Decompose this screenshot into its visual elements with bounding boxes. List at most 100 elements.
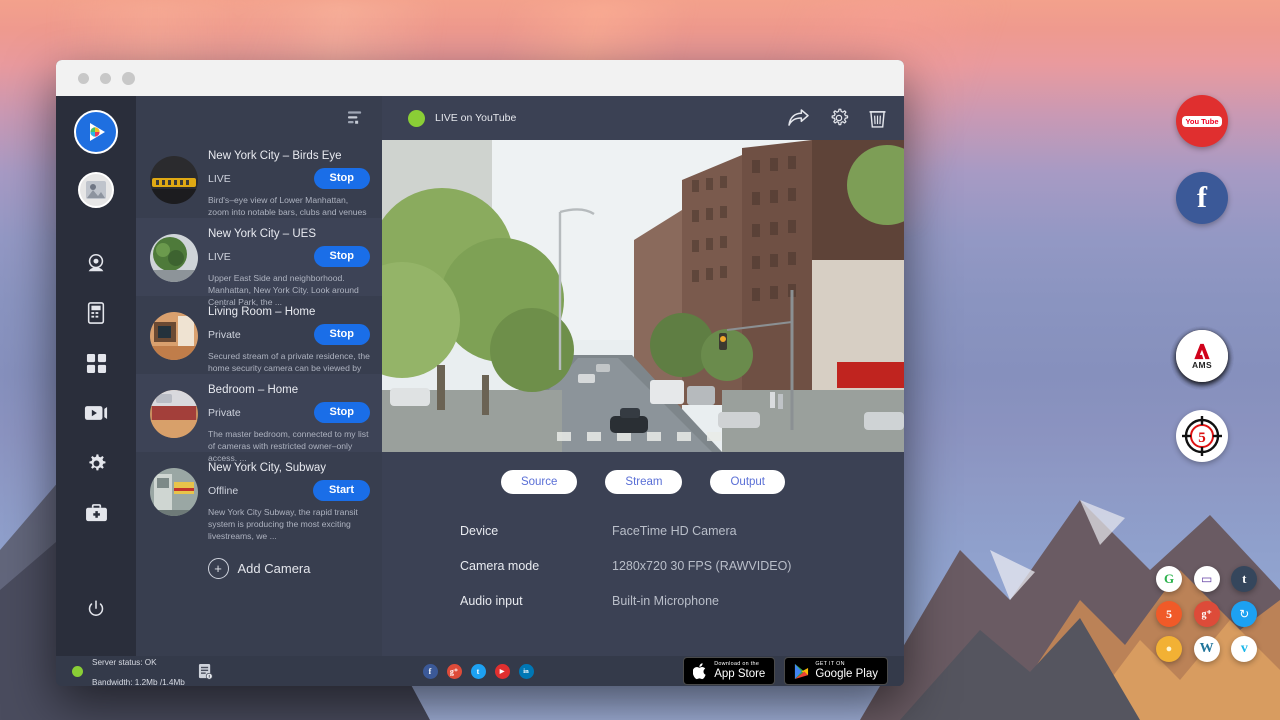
sun-shortcut[interactable]: ● <box>1156 636 1182 662</box>
video-frame <box>382 140 904 452</box>
facebook-icon[interactable]: f <box>423 664 438 679</box>
camera-list-item[interactable]: Bedroom – Home Private Stop The master b… <box>136 374 382 452</box>
tab-stream[interactable]: Stream <box>605 470 682 494</box>
camera-title: New York City, Subway <box>208 462 370 474</box>
spec-value[interactable]: Built-in Microphone <box>612 594 719 608</box>
sidebar-item-dashboard[interactable] <box>72 338 120 388</box>
camera-action-button[interactable]: Stop <box>314 402 370 423</box>
share-icon[interactable] <box>788 109 809 127</box>
desktop-shortcut-cluster: G ▭ t 5 g⁺ ↻ ● W v <box>1156 566 1260 662</box>
power-button[interactable] <box>72 584 120 634</box>
camera-list-item[interactable]: Living Room – Home Private Stop Secured … <box>136 296 382 374</box>
camera-thumbnail <box>150 390 198 438</box>
youtube-shortcut-label: You Tube <box>1182 116 1221 127</box>
tab-source[interactable]: Source <box>501 470 577 494</box>
camera-title: Living Room – Home <box>208 306 370 318</box>
user-avatar[interactable] <box>78 172 114 208</box>
app-store-badges: Download on the App Store GET IT ON Goog… <box>683 657 888 685</box>
youtube-shortcut[interactable]: You Tube <box>1176 95 1228 147</box>
source-settings: Device FaceTime HD Camera Camera mode 12… <box>382 494 904 629</box>
adobe-ams-shortcut-visible[interactable]: AMS <box>1176 330 1228 382</box>
sidebar-item-devices[interactable] <box>72 288 120 338</box>
close-button[interactable] <box>78 73 89 84</box>
thumb-subway-icon <box>150 468 198 516</box>
video-preview[interactable] <box>382 140 904 452</box>
camera-list-toolbar <box>136 96 382 140</box>
tab-output[interactable]: Output <box>710 470 785 494</box>
minimize-button[interactable] <box>100 73 111 84</box>
sort-icon[interactable] <box>347 110 364 126</box>
window-body: New York City – Birds Eye LIVE Stop Bird… <box>56 96 904 656</box>
main-panel: LIVE on YouTube <box>382 96 904 656</box>
live-status-badge: LIVE on YouTube <box>408 110 516 127</box>
tumblr-shortcut[interactable]: t <box>1231 566 1257 592</box>
plus-icon: + <box>208 558 229 579</box>
server-status-line: Server status: OK <box>92 658 157 667</box>
camera-state: LIVE <box>208 173 231 185</box>
twitter-icon[interactable]: t <box>471 664 486 679</box>
camera-list-item[interactable]: New York City – UES LIVE Stop Upper East… <box>136 218 382 296</box>
spec-label: Camera mode <box>460 559 612 573</box>
facebook-shortcut[interactable]: f <box>1176 172 1228 224</box>
sidebar-item-support[interactable] <box>72 488 120 538</box>
window-titlebar[interactable] <box>56 60 904 96</box>
google-plus-shortcut[interactable]: g⁺ <box>1194 601 1220 627</box>
left-sidebar <box>56 96 136 656</box>
social-links: f g⁺ t ▶ in <box>273 664 683 679</box>
spec-value[interactable]: FaceTime HD Camera <box>612 524 737 538</box>
twitch-shortcut[interactable]: ▭ <box>1194 566 1220 592</box>
server-status-text: Server status: OK Bandwidth: 1.2Mb /1.4M… <box>92 651 185 686</box>
twitter-shortcut[interactable]: ↻ <box>1231 601 1257 627</box>
spec-label: Device <box>460 524 612 538</box>
five-target-shortcut[interactable]: 5 <box>1176 410 1228 462</box>
camera-state: Offline <box>208 485 238 497</box>
grid-icon <box>86 353 107 374</box>
camera-action-button[interactable]: Start <box>313 480 370 501</box>
camera-list-item[interactable]: New York City, Subway Offline Start New … <box>136 452 382 530</box>
webcam-icon <box>85 252 107 274</box>
youtube-icon[interactable]: ▶ <box>495 664 510 679</box>
trash-icon[interactable] <box>869 108 886 128</box>
vimeo-label: v <box>1241 641 1248 657</box>
camera-info: New York City, Subway Offline Start New … <box>208 462 370 520</box>
bandwidth-line: Bandwidth: 1.2Mb /1.4Mb <box>92 678 185 686</box>
log-document-icon[interactable] <box>198 663 213 680</box>
facebook-shortcut-label: f <box>1197 181 1207 215</box>
grasshopper-shortcut[interactable]: G <box>1156 566 1182 592</box>
camera-info: New York City – UES LIVE Stop Upper East… <box>208 228 370 286</box>
maximize-button[interactable] <box>122 72 135 85</box>
sidebar-item-recordings[interactable] <box>72 388 120 438</box>
app-logo[interactable] <box>74 110 118 154</box>
tumblr-label: t <box>1242 571 1246 587</box>
google-play-badge[interactable]: GET IT ON Google Play <box>784 657 888 685</box>
app-store-badge[interactable]: Download on the App Store <box>683 657 775 685</box>
settings-tabs: Source Stream Output <box>382 452 904 494</box>
wordpress-shortcut[interactable]: W <box>1194 636 1220 662</box>
camera-action-button[interactable]: Stop <box>314 168 370 189</box>
adobe-ams-shortcut-label: AMS <box>1192 360 1212 370</box>
sidebar-item-settings[interactable] <box>72 438 120 488</box>
five-shortcut[interactable]: 5 <box>1156 601 1182 627</box>
linkedin-icon[interactable]: in <box>519 664 534 679</box>
server-status: Server status: OK Bandwidth: 1.2Mb /1.4M… <box>72 651 213 686</box>
google-plus-icon[interactable]: g⁺ <box>447 664 462 679</box>
spec-row-camera-mode: Camera mode 1280x720 30 FPS (RAWVIDEO) <box>460 559 904 573</box>
five-label: 5 <box>1166 607 1172 622</box>
camera-thumbnail <box>150 312 198 360</box>
spec-value[interactable]: 1280x720 30 FPS (RAWVIDEO) <box>612 559 791 573</box>
camera-action-button[interactable]: Stop <box>314 246 370 267</box>
camera-title: New York City – Birds Eye <box>208 150 370 162</box>
app-store-text: Download on the App Store <box>714 662 765 680</box>
sidebar-item-cameras[interactable] <box>72 238 120 288</box>
camera-status-row: LIVE Stop <box>208 168 370 189</box>
vimeo-shortcut[interactable]: v <box>1231 636 1257 662</box>
app-store-bottom-label: App Store <box>714 668 765 680</box>
camera-info: New York City – Birds Eye LIVE Stop Bird… <box>208 150 370 208</box>
add-camera-button[interactable]: + Add Camera <box>136 558 382 579</box>
thumb-birds-eye-icon <box>150 156 198 204</box>
camera-list-item[interactable]: New York City – Birds Eye LIVE Stop Bird… <box>136 140 382 218</box>
camera-info: Living Room – Home Private Stop Secured … <box>208 306 370 364</box>
twitter-label: ↻ <box>1239 607 1249 621</box>
camera-action-button[interactable]: Stop <box>314 324 370 345</box>
gear-icon[interactable] <box>829 108 849 128</box>
